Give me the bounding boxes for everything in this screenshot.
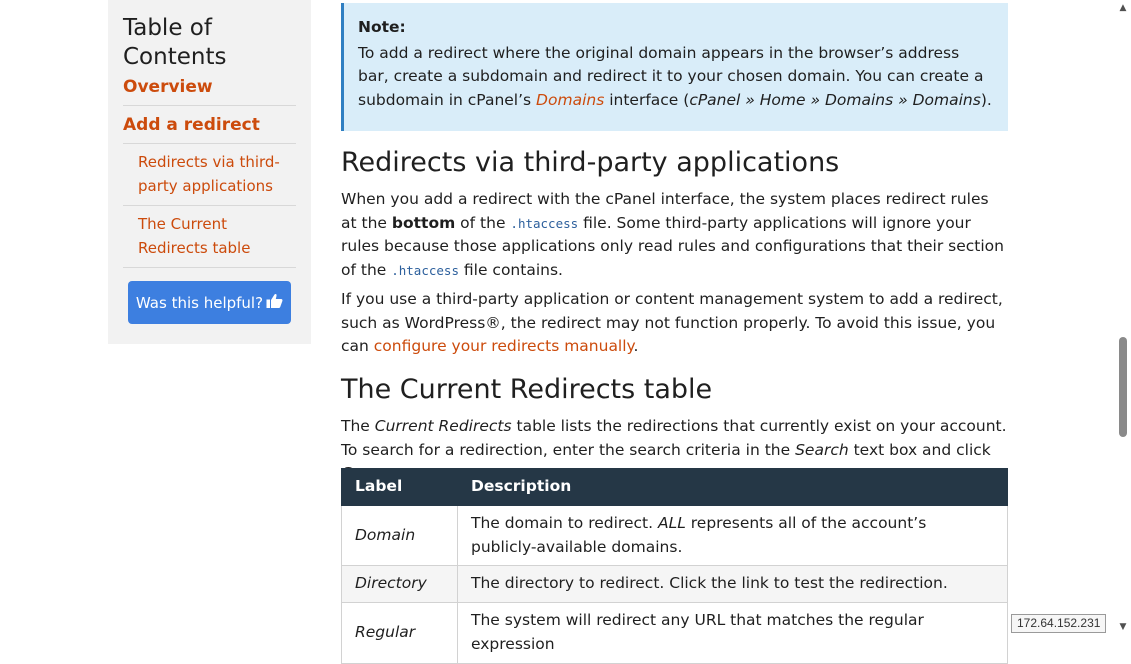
row-description: The directory to redirect. Click the lin… — [457, 565, 1008, 604]
helpful-label: Was this helpful? — [135, 293, 264, 312]
column-header-label: Label — [341, 468, 458, 506]
toc-item-overview[interactable]: Overview — [123, 72, 296, 106]
toc-title-line2: Contents — [123, 44, 227, 70]
third-party-paragraph-1: When you add a redirect with the cPanel … — [341, 190, 1004, 280]
third-party-paragraph-2: If you use a third-party application or … — [341, 290, 1003, 356]
scroll-down-arrow-icon[interactable]: ▼ — [1115, 619, 1131, 635]
htaccess-code: .htaccess — [391, 263, 459, 279]
row-label: Directory — [341, 565, 458, 604]
toc-title: Table of Contents — [123, 14, 296, 72]
table-row: Directory The directory to redirect. Cli… — [341, 565, 1008, 604]
row-description: The domain to redirect. ALL represents a… — [457, 504, 1008, 567]
note-callout: Note: To add a redirect where the origin… — [341, 3, 1008, 131]
column-header-description: Description — [457, 468, 1008, 506]
table-header-row: Label Description — [341, 468, 1008, 506]
toc-subitem-redirects-via-third-party[interactable]: Redirects via third- party applications — [123, 144, 296, 206]
scrollbar-thumb[interactable] — [1119, 337, 1127, 437]
configure-redirects-manually-link[interactable]: configure your redirects manually — [374, 337, 634, 355]
note-title: Note: — [358, 18, 406, 36]
htaccess-code: .htaccess — [510, 215, 579, 231]
current-redirects-table: Label Description Domain The domain to r… — [341, 468, 1008, 664]
row-label: Regular — [341, 602, 458, 664]
row-description: The system will redirect any URL that ma… — [457, 602, 1008, 664]
section-heading-current-redirects: The Current Redirects table — [341, 374, 713, 405]
row-label: Domain — [341, 504, 458, 567]
table-of-contents: Table of Contents Overview Add a redirec… — [108, 0, 311, 344]
scroll-up-arrow-icon[interactable]: ▲ — [1115, 0, 1131, 16]
vertical-scrollbar[interactable]: ▲ ▼ — [1115, 0, 1131, 635]
note-text: To add a redirect where the original dom… — [358, 43, 992, 110]
toc-title-line1: Table of — [123, 15, 212, 41]
ip-address-badge: 172.64.152.231 — [1011, 614, 1107, 633]
section-heading-third-party: Redirects via third-party applications — [341, 147, 840, 178]
was-this-helpful-button[interactable]: Was this helpful? — [128, 281, 291, 324]
domains-link[interactable]: Domains — [536, 91, 604, 109]
thumbs-up-icon — [266, 293, 283, 313]
cpanel-path: cPanel » Home » Domains » Domains — [689, 91, 981, 110]
table-row: Domain The domain to redirect. ALL repre… — [341, 504, 1008, 567]
toc-subitem-current-redirects-table[interactable]: The Current Redirects table — [123, 206, 296, 268]
table-row: Regular The system will redirect any URL… — [341, 602, 1008, 664]
toc-item-add-a-redirect[interactable]: Add a redirect — [123, 106, 296, 144]
